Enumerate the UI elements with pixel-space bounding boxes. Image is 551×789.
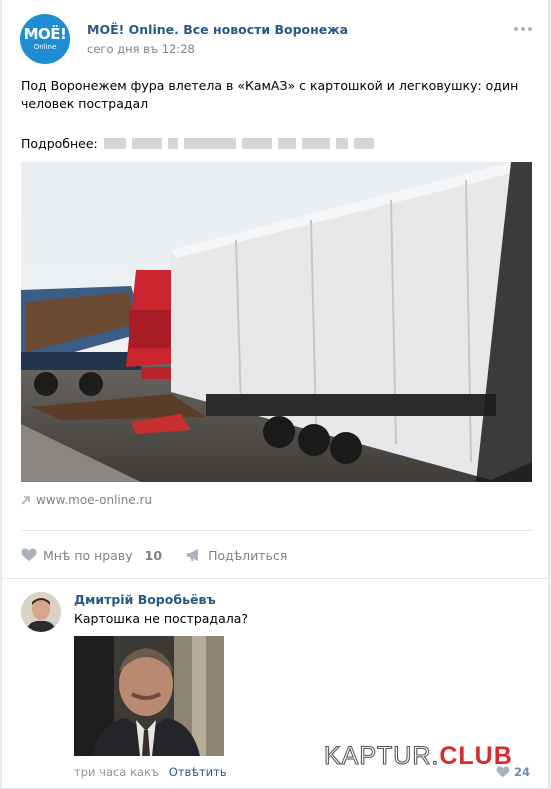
post-text: Под Воронежем фура влетела в «КамАЗ» с к… [21,78,519,111]
comment-author-link[interactable]: Дмитрій Воробьёвъ [74,592,216,607]
link-domain[interactable]: www.moe-online.ru [36,493,152,507]
group-avatar-logo: МОЁ! [23,25,67,43]
comment-photo[interactable] [74,636,224,756]
group-avatar[interactable]: МОЁ! Online [20,14,70,64]
comment-text: Картошка не пострадала? [74,611,249,626]
comment-like-count: 24 [513,765,530,779]
megaphone-icon [187,549,199,561]
post-header: МОЁ! Online МОЁ! Online. Все новости Вор… [20,14,532,64]
post-divider [21,530,532,531]
like-button[interactable]: Мнѣ по нраву 10 [21,548,162,563]
post-actions: Мнѣ по нраву 10 Подѣлиться [21,546,287,564]
link-arrow-icon [21,496,30,505]
share-button[interactable]: Подѣлиться [186,548,287,563]
like-count: 10 [144,547,163,563]
watermark-main: KAPTUR. [323,742,440,771]
reply-button[interactable]: Отвѣтить [169,765,227,779]
post-photo[interactable] [21,162,532,482]
truck-crash-photo [21,162,532,482]
group-avatar-sub: Online [33,43,57,51]
comment-avatar-image [21,592,61,632]
heart-icon [21,548,37,561]
comment-avatar[interactable] [21,592,61,632]
share-label: Подѣлиться [208,547,288,563]
comment-photo-image [74,636,224,756]
blurred-link[interactable] [103,138,374,149]
watermark: KAPTUR.CLUB [323,742,513,771]
more-dots-icon[interactable] [514,27,532,31]
comment-meta: три часа какъ Отвѣтить [74,765,227,779]
more-label: Подробнее: [21,136,98,151]
like-label: Мнѣ по нраву [43,547,133,563]
post-card: МОЁ! Online МОЁ! Online. Все новости Вор… [1,0,550,789]
more-line: Подробнее: [21,136,374,151]
post-time[interactable]: сего дня въ 12:28 [87,42,195,56]
comment-time[interactable]: три часа какъ [74,765,159,779]
link-row[interactable]: www.moe-online.ru [21,493,152,507]
watermark-accent: CLUB [439,742,513,770]
comments-divider [2,578,550,579]
group-name-link[interactable]: МОЁ! Online. Все новости Воронежа [87,22,348,37]
